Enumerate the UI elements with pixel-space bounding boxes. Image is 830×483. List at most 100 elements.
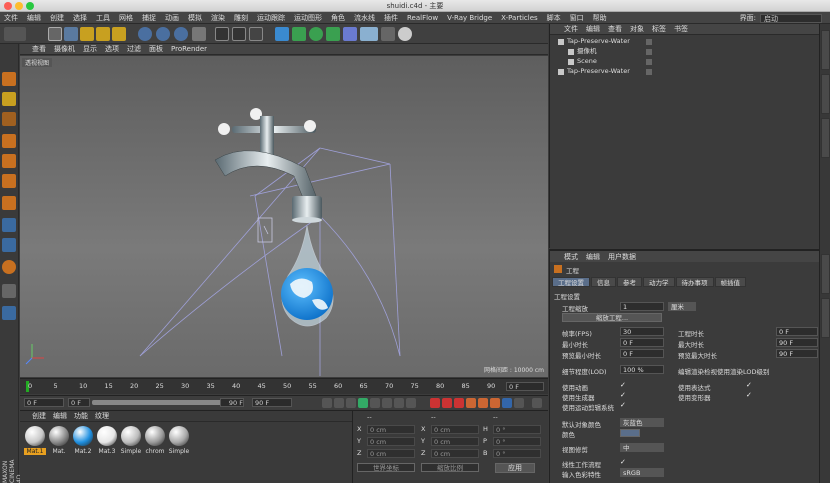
preview-min-field[interactable]: 0 F: [620, 349, 664, 358]
material-swatch[interactable]: Simple: [168, 426, 190, 455]
viewport-menu-item[interactable]: 查看: [32, 44, 46, 54]
select-arrow-icon[interactable]: [48, 27, 62, 41]
menu-item[interactable]: 网格: [119, 13, 133, 23]
attribute-tab[interactable]: 工程设置: [552, 277, 590, 287]
menu-item[interactable]: 雕刻: [234, 13, 248, 23]
goto-start-icon[interactable]: [322, 398, 332, 408]
menu-item[interactable]: 运动跟踪: [257, 13, 285, 23]
menu-item[interactable]: 插件: [384, 13, 398, 23]
material-swatch[interactable]: chrom: [144, 426, 166, 455]
default-color-dropdown[interactable]: 灰蓝色: [620, 418, 664, 427]
y-axis-icon[interactable]: [156, 27, 170, 41]
visibility-dots-icon[interactable]: [646, 49, 652, 55]
lock-workplane-icon[interactable]: [2, 284, 16, 298]
prev-key-icon[interactable]: [334, 398, 344, 408]
object-row[interactable]: Tap-Preserve-Water: [550, 67, 820, 76]
polygons-mode-icon[interactable]: [2, 174, 16, 188]
coordinate-system-icon[interactable]: [192, 27, 206, 41]
viewport-menu-item[interactable]: 过滤: [127, 44, 141, 54]
menu-item[interactable]: 动画: [165, 13, 179, 23]
project-scale-unit[interactable]: 厘米: [668, 302, 696, 311]
interface-dropdown[interactable]: 启动: [760, 13, 822, 23]
preview-start-field[interactable]: 0 F: [68, 398, 90, 407]
menu-item[interactable]: 捕捉: [142, 13, 156, 23]
coord-value-field[interactable]: 0 cm: [431, 425, 479, 434]
menu-item[interactable]: X-Particles: [501, 14, 537, 22]
viewport-label[interactable]: 透视视图: [22, 58, 53, 67]
undo-icon[interactable]: [4, 27, 26, 41]
viewport-menu-item[interactable]: 摄像机: [54, 44, 75, 54]
axis-mode-icon[interactable]: [2, 196, 16, 210]
object-menu-item[interactable]: 标签: [652, 24, 666, 34]
object-row[interactable]: Tap-Preserve-Water: [550, 37, 820, 46]
coord-value-field[interactable]: 0 °: [493, 437, 541, 446]
object-row[interactable]: Scene: [550, 57, 820, 66]
soft-select-icon[interactable]: [2, 238, 16, 252]
lod-field[interactable]: 100 %: [620, 365, 664, 374]
material-swatch[interactable]: Mat.3: [96, 426, 118, 455]
end-frame-field[interactable]: 90 F: [252, 398, 292, 407]
timeline-ruler[interactable]: 0 F 0 5 10 15 20 25 30 35 40 45 50 55 60 65 70 75 80 85 90: [20, 378, 548, 394]
render-settings-icon[interactable]: [249, 27, 263, 41]
visibility-dots-icon[interactable]: [646, 69, 652, 75]
goto-end-icon[interactable]: [394, 398, 404, 408]
key-scale-icon[interactable]: [490, 398, 500, 408]
play-icon[interactable]: [358, 398, 368, 408]
material-menu-item[interactable]: 纹理: [95, 411, 109, 421]
attribute-tab[interactable]: 参考: [617, 277, 642, 287]
x-axis-icon[interactable]: [138, 27, 152, 41]
viewport-menu-item[interactable]: 面板: [149, 44, 163, 54]
world-coordinates-dropdown[interactable]: 世界坐标: [357, 463, 415, 472]
attribute-menu-item[interactable]: 编辑: [586, 252, 600, 262]
next-key-icon[interactable]: [382, 398, 392, 408]
menu-item[interactable]: 窗口: [570, 13, 584, 23]
material-menu-item[interactable]: 功能: [74, 411, 88, 421]
visibility-dots-icon[interactable]: [646, 39, 652, 45]
structure-tab[interactable]: [821, 118, 830, 158]
key-pla-icon[interactable]: [514, 398, 524, 408]
cube-icon[interactable]: [275, 27, 289, 41]
object-menu-item[interactable]: 编辑: [586, 24, 600, 34]
material-menu-item[interactable]: 编辑: [53, 411, 67, 421]
menu-item[interactable]: 工具: [96, 13, 110, 23]
attribute-menu-item[interactable]: 模式: [564, 252, 578, 262]
objects-tab[interactable]: [821, 30, 830, 70]
record-keys-icon[interactable]: [430, 398, 440, 408]
viewport-menu-item[interactable]: 显示: [83, 44, 97, 54]
3d-viewport[interactable]: 透视视图 网格间距 : 10000 cm: [20, 56, 548, 377]
object-menu-item[interactable]: 查看: [608, 24, 622, 34]
render-view-icon[interactable]: [215, 27, 229, 41]
render-picture-icon[interactable]: [232, 27, 246, 41]
deformer-icon[interactable]: [326, 27, 340, 41]
material-swatch[interactable]: Mat.: [48, 426, 70, 455]
effector-icon[interactable]: [343, 27, 357, 41]
viewport-menu-item[interactable]: 选项: [105, 44, 119, 54]
attributes-tab[interactable]: [821, 298, 830, 338]
scale-mode-dropdown[interactable]: 缩放比例: [421, 463, 479, 472]
project-scale-field[interactable]: 1: [620, 302, 664, 311]
coord-value-field[interactable]: 0 cm: [367, 425, 415, 434]
light-icon[interactable]: [398, 27, 412, 41]
attribute-tab[interactable]: 帧插值: [714, 277, 746, 287]
layers-tab[interactable]: [821, 254, 830, 294]
use-generators-checkbox[interactable]: ✓: [620, 392, 627, 399]
key-rotation-icon[interactable]: [478, 398, 488, 408]
color-swatch[interactable]: [620, 429, 640, 437]
menu-item[interactable]: 模拟: [188, 13, 202, 23]
project-time-field[interactable]: 0 F: [776, 327, 818, 336]
move-plus-icon[interactable]: [112, 27, 126, 41]
material-swatch[interactable]: Mat.2: [72, 426, 94, 455]
scale-project-button[interactable]: 缩放工程...: [562, 313, 662, 322]
fps-field[interactable]: 30: [620, 327, 664, 336]
motion-system-checkbox[interactable]: ✓: [620, 402, 627, 409]
min-time-field[interactable]: 0 F: [620, 338, 664, 347]
scale-icon[interactable]: [80, 27, 94, 41]
content-browser-tab[interactable]: [821, 74, 830, 114]
coord-value-field[interactable]: 0 cm: [367, 449, 415, 458]
apply-button[interactable]: 应用: [495, 463, 535, 473]
z-axis-icon[interactable]: [174, 27, 188, 41]
menu-item[interactable]: 流水线: [354, 13, 375, 23]
preview-end-field[interactable]: 90 F: [220, 398, 244, 407]
tweak-icon[interactable]: [2, 218, 16, 232]
viewport-menu-item[interactable]: ProRender: [171, 45, 207, 53]
